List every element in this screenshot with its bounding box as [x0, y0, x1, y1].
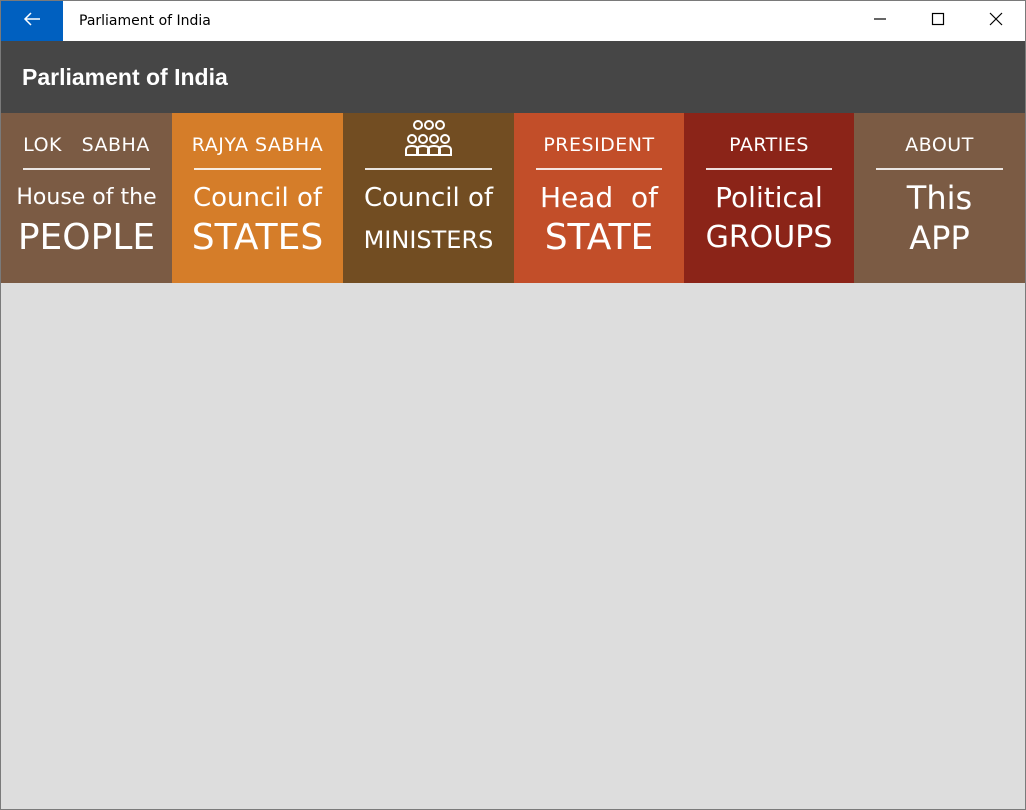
divider — [876, 168, 1003, 170]
divider — [706, 168, 832, 170]
tile-subtitle: Council of — [363, 183, 494, 213]
tile-about[interactable]: ABOUT This APP — [854, 113, 1025, 283]
tile-subtitle: Head of — [539, 181, 658, 214]
tile-top-label: LOK SABHA — [1, 131, 172, 159]
tile-title: GROUPS — [705, 220, 833, 255]
divider — [23, 168, 150, 170]
app-window: Parliament of India Parliament of India — [0, 0, 1026, 810]
app-header: Parliament of India — [1, 41, 1025, 113]
tile-top-label: ABOUT — [854, 131, 1025, 159]
divider — [536, 168, 662, 170]
arrow-left-icon — [23, 11, 41, 31]
tile-top-label: PARTIES — [684, 131, 854, 159]
minimize-icon — [873, 12, 887, 31]
page-title: Parliament of India — [22, 63, 228, 90]
tile-parties[interactable]: PARTIES Political GROUPS — [684, 113, 854, 283]
tile-subtitle: House of the — [16, 185, 157, 210]
tile-president[interactable]: PRESIDENT Head of STATE — [514, 113, 684, 283]
tile-category: RAJYA SABHA — [191, 134, 324, 156]
tile-title: APP — [909, 219, 970, 257]
tile-lok-sabha[interactable]: LOK SABHA House of the PEOPLE — [1, 113, 172, 283]
title-bar: Parliament of India — [1, 1, 1025, 41]
tile-top-label: RAJYA SABHA — [172, 131, 343, 159]
tile-title: STATE — [544, 217, 654, 258]
tile-title: MINISTERS — [363, 226, 494, 254]
people-group-icon — [401, 119, 457, 167]
minimize-button[interactable] — [851, 1, 909, 41]
divider — [365, 168, 492, 170]
tile-top-label — [343, 120, 514, 163]
tile-top-label: PRESIDENT — [514, 131, 684, 159]
close-icon — [989, 12, 1003, 31]
tile-subtitle: This — [906, 179, 973, 217]
window-title: Parliament of India — [79, 13, 211, 29]
tile-subtitle: Political — [715, 181, 823, 214]
tile-category: PARTIES — [729, 134, 809, 156]
tile-category: ABOUT — [905, 134, 974, 156]
close-button[interactable] — [967, 1, 1025, 41]
tile-title: PEOPLE — [17, 217, 156, 258]
content-area — [1, 283, 1025, 809]
navigation-tiles: LOK SABHA House of the PEOPLE RAJYA SABH… — [1, 113, 1025, 283]
maximize-icon — [931, 12, 945, 31]
divider — [194, 168, 321, 170]
tile-council-of-ministers[interactable]: Council of MINISTERS — [343, 113, 514, 283]
tile-subtitle: Council of — [192, 183, 323, 213]
tile-category: LOK SABHA — [23, 134, 150, 156]
tile-title: STATES — [191, 217, 324, 258]
window-controls — [851, 1, 1025, 41]
back-button[interactable] — [1, 1, 63, 41]
maximize-button[interactable] — [909, 1, 967, 41]
tile-category: PRESIDENT — [543, 134, 655, 156]
tile-rajya-sabha[interactable]: RAJYA SABHA Council of STATES — [172, 113, 343, 283]
